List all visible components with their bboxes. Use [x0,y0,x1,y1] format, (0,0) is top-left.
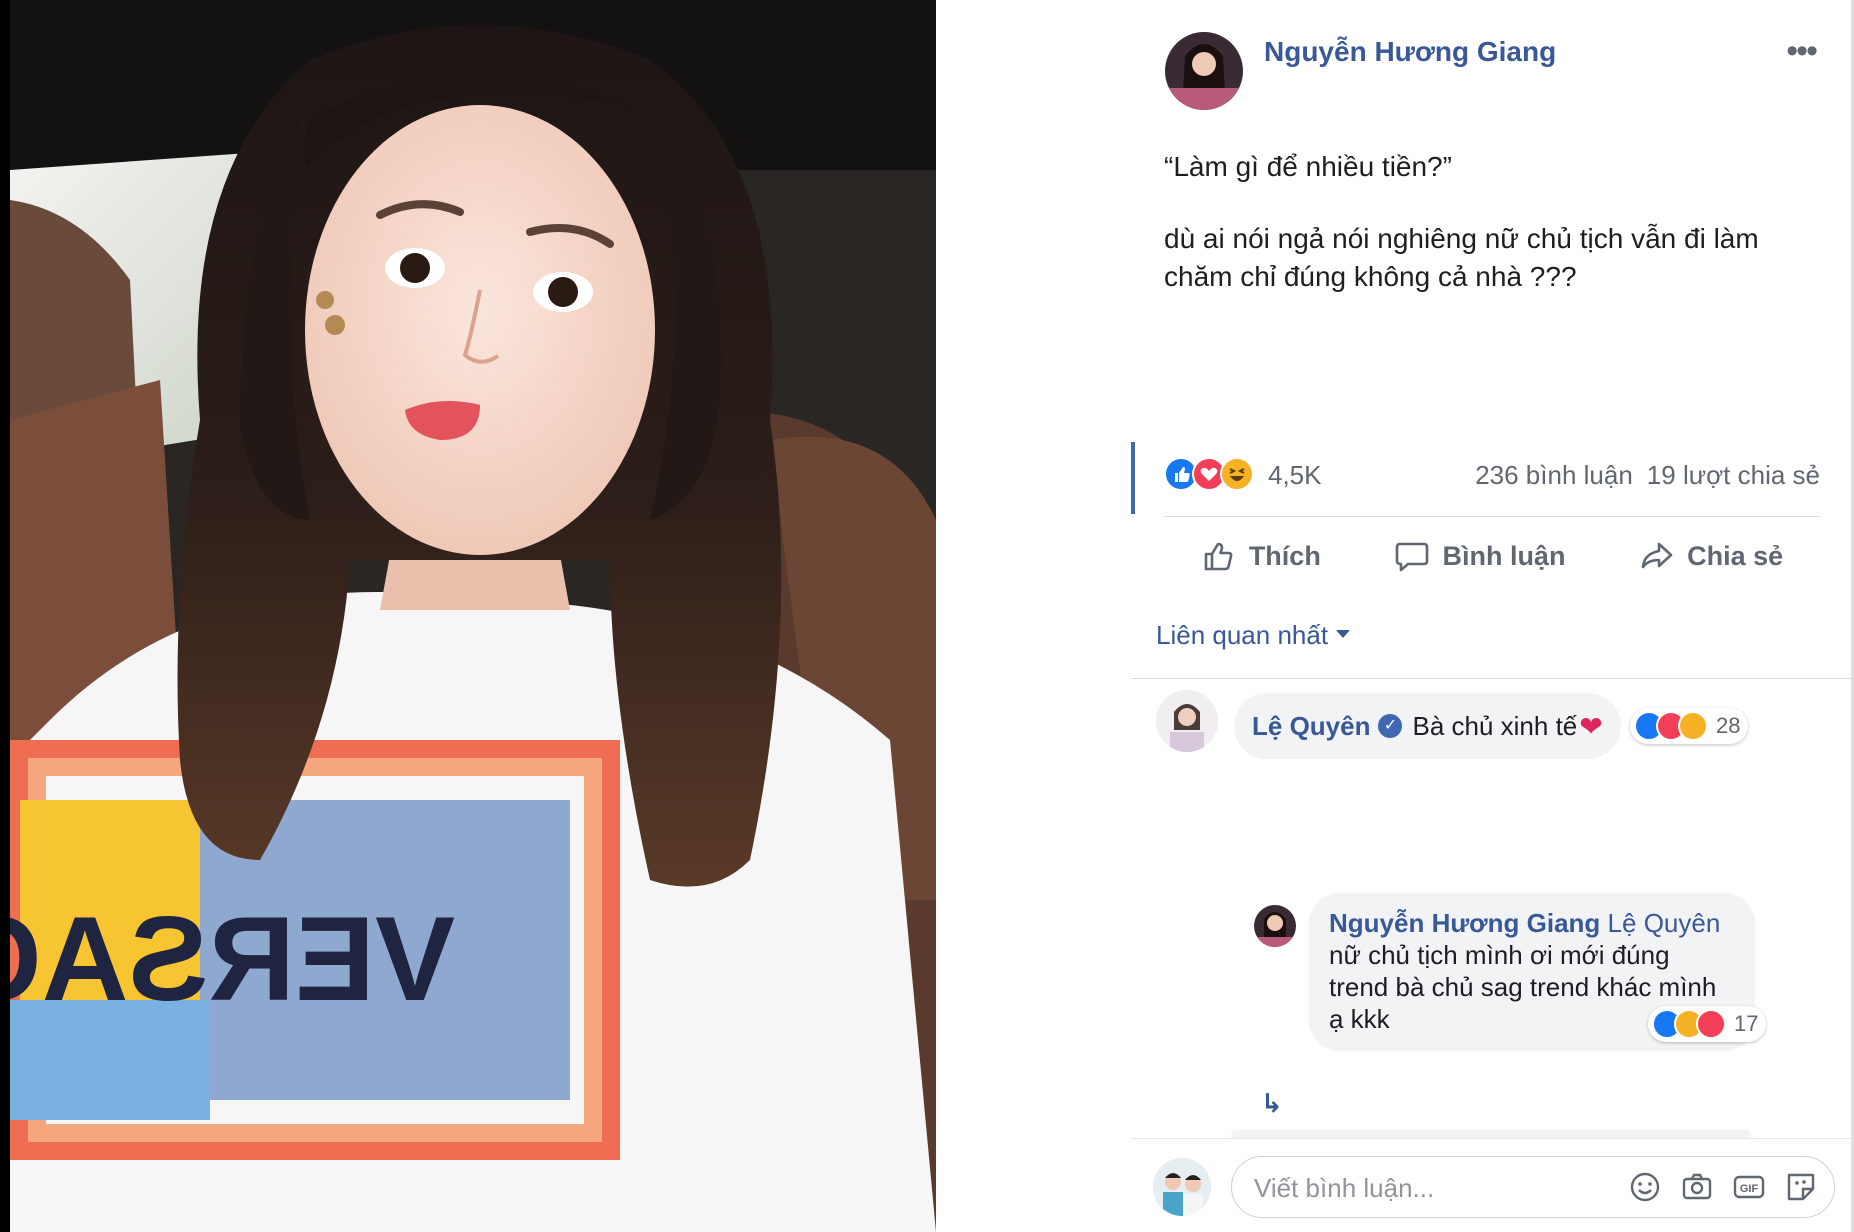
haha-reaction-icon [1678,711,1708,741]
composer-tools: GIF [1628,1170,1818,1204]
comment-button-label: Bình luận [1442,540,1566,571]
comments-divider [1131,678,1854,679]
focus-accent-bar [1131,442,1135,514]
comment-composer: Viết bình luận... GIF [1131,1138,1851,1232]
more-options-icon[interactable]: ••• [1786,32,1818,71]
current-user-avatar[interactable] [1153,1158,1211,1216]
shares-count[interactable]: 19 lượt chia sẻ [1647,460,1820,490]
post-photo[interactable]: VERSACE [10,0,936,1232]
thumbs-up-icon [1204,542,1233,571]
comment-input-placeholder: Viết bình luận... [1254,1173,1435,1203]
comment-input[interactable]: Viết bình luận... GIF [1231,1156,1835,1218]
gif-icon[interactable]: GIF [1732,1170,1766,1204]
share-button[interactable]: Chia sẻ [1639,538,1783,574]
stats-divider [1164,516,1820,517]
love-reaction-icon [1696,1009,1726,1039]
reply-mention[interactable]: Lệ Quyên [1608,908,1721,938]
post-caption: “Làm gì để nhiều tiền?” dù ai nói ngả nó… [1164,148,1824,330]
photo-viewer: VERSACE [0,0,1131,1232]
haha-reaction-icon [1220,457,1254,491]
comment-bubble: Lệ Quyên ✓ Bà chủ xinh tế ❤ [1234,693,1621,759]
comment-button[interactable]: Bình luận [1394,538,1565,574]
comment-text: Bà chủ xinh tế [1412,710,1578,741]
heart-emoji-icon: ❤ [1579,710,1603,742]
commenter-avatar[interactable] [1156,690,1218,752]
comment-sort-dropdown[interactable]: Liên quan nhất [1156,620,1351,651]
post-action-bar: Thích Bình luận Chia sẻ [1164,520,1820,592]
comment-author[interactable]: Lệ Quyên [1252,711,1370,742]
shirt-logo-text: VERSACE [10,892,455,1026]
sticker-icon[interactable] [1784,1170,1818,1204]
reply-author[interactable]: Nguyễn Hương Giang [1329,908,1600,938]
svg-text:GIF: GIF [1740,1183,1759,1195]
comment-reactions[interactable]: 28 [1630,708,1749,744]
speech-bubble-icon [1396,542,1429,572]
viewer-margin [936,0,1131,1232]
engagement-counts: 236 bình luận 19 lượt chia sẻ [1461,460,1820,491]
view-replies-arrow-icon[interactable]: ↳ [1261,1088,1283,1119]
verified-badge-icon: ✓ [1378,714,1403,738]
comment-reaction-count: 28 [1716,713,1741,738]
reply-reactions[interactable]: 17 [1648,1006,1767,1042]
like-button-label: Thích [1248,540,1321,571]
post-stats: 4,5K 236 bình luận 19 lượt chia sẻ [1164,455,1820,495]
reply-reaction-count: 17 [1734,1011,1759,1036]
like-button[interactable]: Thích [1201,538,1321,574]
comments-count[interactable]: 236 bình luận [1475,460,1633,490]
post-caption-line-1: “Làm gì để nhiều tiền?” [1164,151,1452,182]
author-avatar[interactable] [1165,32,1243,110]
post-side-panel: Nguyễn Hương Giang ••• “Làm gì để nhiều … [1131,0,1854,1232]
camera-icon[interactable] [1680,1170,1714,1204]
share-button-label: Chia sẻ [1687,540,1784,571]
reply-author-avatar[interactable] [1254,905,1296,947]
emoji-icon[interactable] [1628,1170,1662,1204]
comment-sort-label: Liên quan nhất [1156,620,1329,650]
share-arrow-icon [1641,542,1673,569]
post-caption-line-2: dù ai nói ngả nói nghiêng nữ chủ tịch vẫ… [1164,223,1759,292]
post-author-name[interactable]: Nguyễn Hương Giang [1264,36,1556,68]
caret-down-icon [1336,630,1351,639]
reaction-count[interactable]: 4,5K [1268,460,1322,491]
